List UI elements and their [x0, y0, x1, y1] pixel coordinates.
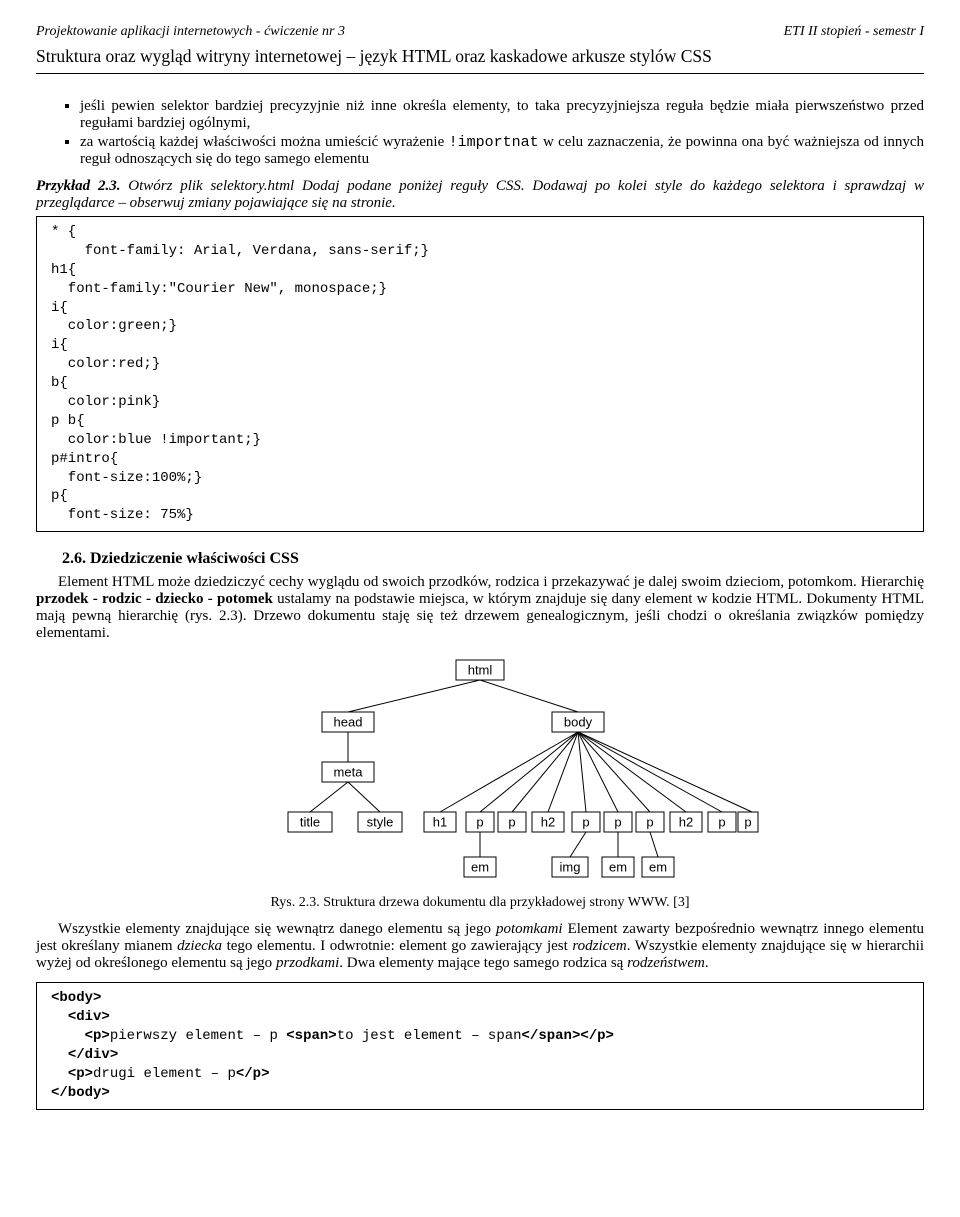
svg-text:em: em — [471, 860, 489, 875]
svg-text:p: p — [508, 815, 515, 830]
svg-text:p: p — [476, 815, 483, 830]
example-desc: Otwórz plik selektory.html Dodaj podane … — [36, 178, 924, 211]
bold-text: przodek - rodzic - dziecko - potomek — [36, 591, 273, 607]
page-title: Struktura oraz wygląd witryny internetow… — [36, 46, 924, 67]
list-item: jeśli pewien selektor bardziej precyzyjn… — [80, 98, 924, 132]
svg-text:p: p — [614, 815, 621, 830]
svg-text:p: p — [744, 815, 751, 830]
divider — [36, 73, 924, 74]
text: tego elementu. I odwrotnie: element go z… — [222, 938, 572, 954]
italic-text: potomkami — [496, 921, 563, 937]
italic-text: rodzeństwem — [627, 955, 705, 971]
code-block-css: * { font-family: Arial, Verdana, sans-se… — [36, 216, 924, 532]
svg-text:p: p — [582, 815, 589, 830]
text: . Dwa elementy mające tego samego rodzic… — [339, 955, 627, 971]
figure-caption: Rys. 2.3. Struktura drzewa dokumentu dla… — [36, 895, 924, 911]
svg-text:head: head — [334, 715, 363, 730]
svg-text:h2: h2 — [679, 815, 693, 830]
text: Wszystkie elementy znajdujące się wewnąt… — [58, 921, 496, 937]
svg-text:html: html — [468, 663, 493, 678]
italic-text: przodkami — [276, 955, 339, 971]
example-label: Przykład 2.3. Otwórz plik selektory.html… — [36, 178, 924, 212]
svg-text:em: em — [649, 860, 667, 875]
svg-text:p: p — [718, 815, 725, 830]
header-right: ETI II stopień - semestr I — [784, 24, 924, 40]
page-header: Projektowanie aplikacji internetowych - … — [36, 24, 924, 40]
figure-tree: html head body meta title style h1 p p h… — [36, 652, 924, 887]
svg-text:img: img — [560, 860, 581, 875]
text: za wartością każdej właściwości można um… — [80, 134, 449, 150]
paragraph: Wszystkie elementy znajdujące się wewnąt… — [36, 921, 924, 972]
code-block-html: <body> <div> <p>pierwszy element – p <sp… — [36, 982, 924, 1109]
list-item: za wartością każdej właściwości można um… — [80, 134, 924, 168]
text: . — [705, 955, 709, 971]
svg-text:title: title — [300, 815, 320, 830]
section-heading: 2.6. Dziedziczenie właściwości CSS — [62, 550, 924, 568]
example-number: Przykład 2.3. — [36, 178, 120, 194]
bullet-list: jeśli pewien selektor bardziej precyzyjn… — [50, 98, 924, 168]
svg-text:style: style — [367, 815, 394, 830]
svg-text:h2: h2 — [541, 815, 555, 830]
header-left: Projektowanie aplikacji internetowych - … — [36, 24, 345, 40]
inline-code: !importnat — [449, 134, 539, 151]
svg-text:h1: h1 — [433, 815, 447, 830]
svg-text:em: em — [609, 860, 627, 875]
svg-text:p: p — [646, 815, 653, 830]
text: Element HTML może dziedziczyć cechy wygl… — [58, 574, 924, 590]
svg-text:body: body — [564, 715, 593, 730]
italic-text: rodzicem — [572, 938, 626, 954]
italic-text: dziecka — [177, 938, 222, 954]
paragraph: Element HTML może dziedziczyć cechy wygl… — [36, 574, 924, 642]
svg-text:meta: meta — [334, 765, 364, 780]
